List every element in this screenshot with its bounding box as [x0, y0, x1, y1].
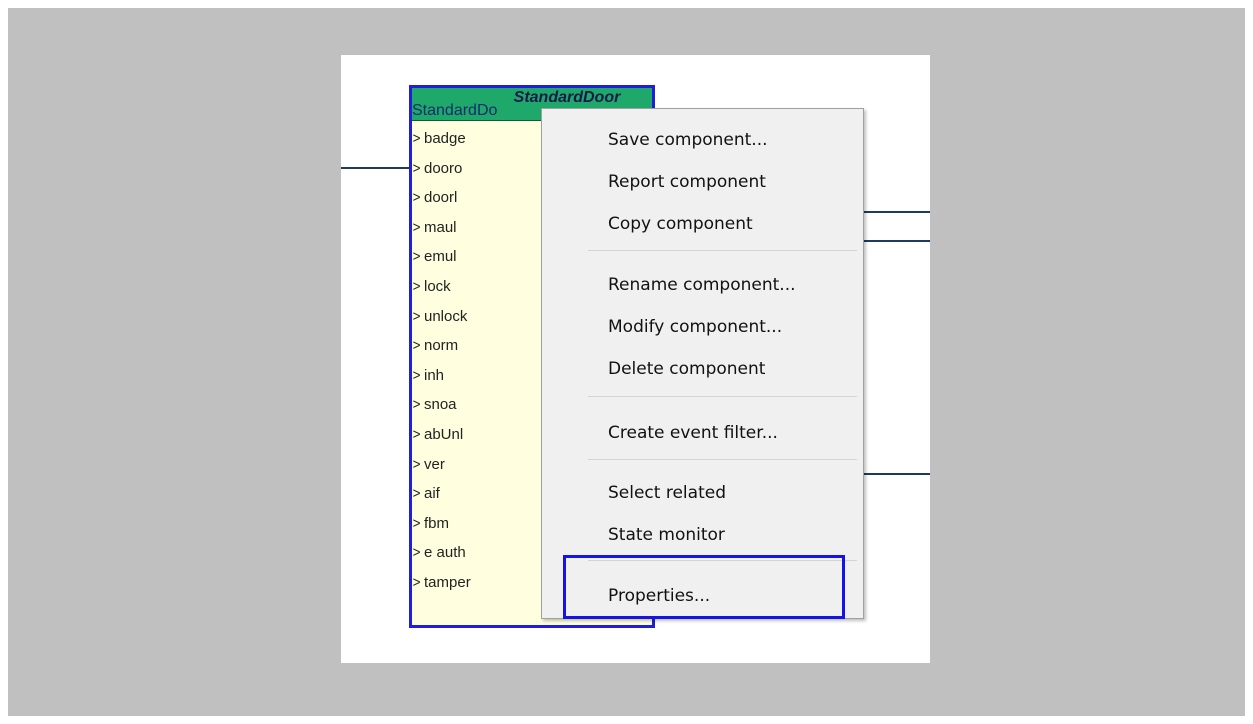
input-port[interactable]: > dooro	[412, 158, 463, 180]
port-label: doorl	[424, 189, 458, 207]
port-arrow-icon: >	[412, 455, 421, 473]
wire-output-3	[861, 473, 930, 475]
port-arrow-icon: >	[412, 366, 421, 384]
port-arrow-icon: >	[412, 426, 421, 443]
port-label: tamper	[424, 574, 471, 591]
port-label: ver	[424, 455, 445, 473]
port-arrow-icon: >	[412, 544, 421, 562]
input-port[interactable]: > fbm	[412, 513, 449, 535]
input-port[interactable]: > badge	[412, 128, 466, 150]
context-menu: Save component... Report component Copy co…	[541, 108, 864, 619]
input-port[interactable]: > snoa	[412, 394, 457, 416]
menu-separator	[588, 396, 857, 397]
port-label: abUnl	[424, 426, 464, 443]
menu-separator	[588, 250, 857, 251]
menu-item-copy-component[interactable]: Copy component	[608, 209, 753, 239]
port-arrow-icon: >	[412, 307, 421, 325]
input-port[interactable]: > inh	[412, 365, 444, 387]
port-arrow-icon: >	[412, 130, 421, 147]
menu-item-save-component[interactable]: Save component...	[608, 125, 768, 155]
menu-item-state-monitor[interactable]: State monitor	[608, 520, 725, 550]
input-port[interactable]: > emul	[412, 246, 457, 268]
port-arrow-icon: >	[412, 218, 421, 236]
input-port[interactable]: > abUnl	[412, 424, 464, 446]
port-arrow-icon: >	[412, 514, 421, 532]
input-port[interactable]: > maul	[412, 217, 457, 239]
input-port[interactable]: > e auth	[412, 542, 466, 564]
wire-input-badge	[341, 167, 411, 169]
port-label: lock	[424, 278, 451, 295]
input-port[interactable]: > doorl	[412, 187, 458, 209]
menu-item-select-related[interactable]: Select related	[608, 478, 726, 508]
input-port[interactable]: > ver	[412, 454, 445, 476]
component-type-label: StandardDo	[412, 102, 498, 119]
port-arrow-icon: >	[412, 189, 421, 207]
port-arrow-icon: >	[412, 574, 421, 591]
port-arrow-icon: >	[412, 248, 421, 266]
port-label: norm	[424, 337, 459, 355]
port-arrow-icon: >	[412, 485, 421, 503]
input-port[interactable]: > unlock	[412, 306, 468, 328]
port-label: inh	[424, 366, 445, 384]
menu-item-modify-component[interactable]: Modify component...	[608, 312, 782, 342]
port-arrow-icon: >	[412, 278, 421, 295]
port-label: emul	[424, 248, 457, 266]
port-label: badge	[424, 130, 466, 147]
port-label: e auth	[424, 544, 466, 562]
menu-separator	[588, 459, 857, 460]
input-port[interactable]: > tamper	[412, 572, 471, 594]
wire-output-2	[861, 240, 930, 242]
port-label: maul	[424, 218, 457, 236]
menu-item-rename-component[interactable]: Rename component...	[608, 270, 796, 300]
menu-item-delete-component[interactable]: Delete component	[608, 354, 765, 384]
port-label: dooro	[424, 159, 463, 177]
port-arrow-icon: >	[412, 396, 421, 414]
input-port[interactable]: > lock	[412, 276, 451, 298]
port-label: unlock	[424, 307, 468, 325]
port-label: snoa	[424, 396, 457, 414]
menu-item-report-component[interactable]: Report component	[608, 167, 766, 197]
port-label: aif	[424, 485, 440, 503]
port-arrow-icon: >	[412, 337, 421, 355]
properties-highlight-box	[563, 555, 845, 619]
port-label: fbm	[424, 514, 450, 532]
input-port[interactable]: > aif	[412, 483, 440, 505]
wire-output-1	[861, 211, 930, 213]
port-arrow-icon: >	[412, 159, 421, 177]
input-port[interactable]: > norm	[412, 335, 459, 357]
menu-item-create-event-filter[interactable]: Create event filter...	[608, 418, 778, 448]
